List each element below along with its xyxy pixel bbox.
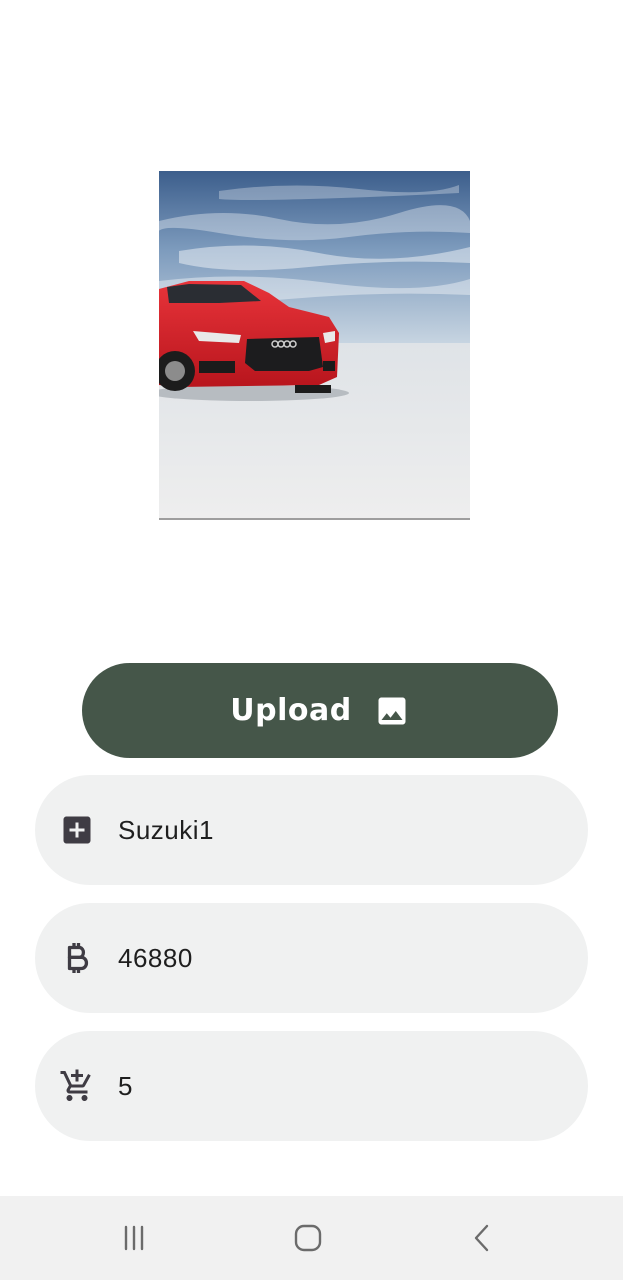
upload-button[interactable]: Upload: [82, 663, 558, 758]
upload-button-label: Upload: [230, 693, 352, 728]
navigation-bar: [0, 1196, 623, 1280]
product-image[interactable]: [159, 171, 470, 520]
image-icon: [378, 697, 406, 724]
quantity-field[interactable]: 5: [35, 1031, 588, 1141]
screen: Upload Suzuki1 46880 5: [0, 0, 623, 1280]
quantity-field-value: 5: [118, 1070, 133, 1101]
recent-apps-icon: [124, 1225, 144, 1251]
price-field-value: 46880: [118, 942, 193, 973]
recent-apps-button[interactable]: [114, 1218, 154, 1258]
bitcoin-icon: [59, 940, 95, 976]
name-field-value: Suzuki1: [118, 814, 214, 845]
price-field[interactable]: 46880: [35, 903, 588, 1013]
name-field[interactable]: Suzuki1: [35, 775, 588, 885]
car-photo: [159, 171, 470, 518]
home-icon: [294, 1224, 322, 1252]
add-box-icon: [59, 812, 95, 848]
back-icon: [474, 1224, 489, 1252]
back-button[interactable]: [462, 1218, 502, 1258]
home-button[interactable]: [288, 1218, 328, 1258]
add-shopping-cart-icon: [59, 1068, 95, 1104]
